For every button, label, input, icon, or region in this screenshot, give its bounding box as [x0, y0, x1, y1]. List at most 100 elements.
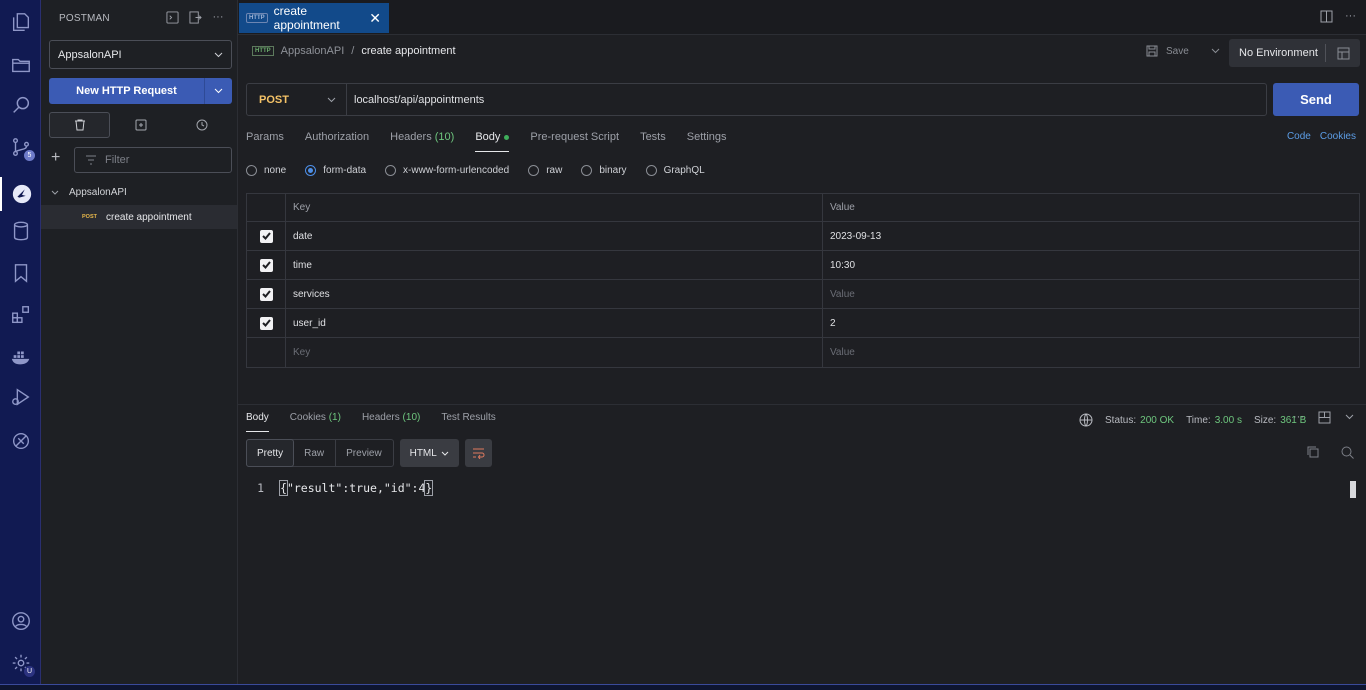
radio-x-www-form-urlencoded[interactable]: x-www-form-urlencoded: [385, 165, 509, 176]
breadcrumb-separator: /: [351, 45, 355, 57]
terminal-icon[interactable]: [165, 10, 179, 24]
view-raw[interactable]: Raw: [294, 440, 335, 466]
tab-settings[interactable]: Settings: [687, 131, 727, 151]
tab-title: create appointment: [273, 4, 340, 32]
environment-select[interactable]: No Environment: [1229, 39, 1360, 67]
row-value-input[interactable]: 10:30: [823, 251, 1359, 279]
cookies-link[interactable]: Cookies: [1320, 131, 1356, 142]
tab-params[interactable]: Params: [246, 131, 284, 151]
tab-collections[interactable]: [49, 112, 110, 138]
environment-quick-look-icon[interactable]: [1326, 47, 1360, 60]
collection-item[interactable]: AppsalonAPI: [51, 187, 127, 198]
tab-tests[interactable]: Tests: [640, 131, 666, 151]
row-value-input[interactable]: 2: [823, 309, 1359, 337]
http-icon: HTTP: [252, 46, 274, 56]
tab-history[interactable]: [171, 112, 232, 138]
radio-graphql[interactable]: GraphQL: [645, 165, 705, 176]
url-input[interactable]: localhost/api/appointments: [347, 94, 484, 106]
response-tab-cookies[interactable]: Cookies (1): [290, 412, 341, 432]
view-preview[interactable]: Preview: [335, 440, 393, 466]
radio-form-data[interactable]: form-data: [305, 165, 366, 176]
workspace-select[interactable]: AppsalonAPI: [49, 40, 232, 69]
radio-circle[interactable]: [385, 165, 397, 176]
settings-icon[interactable]: U: [8, 650, 35, 677]
wrap-lines-button[interactable]: [464, 439, 492, 467]
method-select[interactable]: POST: [247, 84, 347, 115]
response-headers-count: (10): [402, 412, 421, 423]
code-link[interactable]: Code: [1287, 131, 1311, 142]
sidebar-title: POSTMAN: [59, 13, 110, 24]
search-icon[interactable]: [8, 92, 34, 118]
request-links: Code Cookies: [1287, 131, 1356, 142]
row-checkbox[interactable]: [259, 287, 273, 301]
table-row: user_id 2: [247, 309, 1359, 338]
send-button[interactable]: Send: [1273, 83, 1359, 116]
radio-circle-selected[interactable]: [305, 165, 317, 176]
row-checkbox[interactable]: [259, 229, 273, 243]
source-control-icon[interactable]: 5: [8, 134, 35, 161]
row-checkbox[interactable]: [259, 258, 273, 272]
format-select[interactable]: HTML: [399, 439, 459, 467]
row-key-input[interactable]: time: [286, 251, 823, 279]
tab-headers[interactable]: Headers (10): [390, 131, 454, 151]
extensions-icon[interactable]: [8, 302, 34, 328]
row-value-input[interactable]: Value: [823, 280, 1359, 308]
tab-authorization[interactable]: Authorization: [305, 131, 369, 151]
breadcrumb-workspace[interactable]: AppsalonAPI: [281, 45, 345, 57]
request-item[interactable]: POST create appointment: [41, 205, 237, 229]
layout-icon[interactable]: [1318, 411, 1331, 427]
request-url-bar: POST localhost/api/appointments: [246, 83, 1267, 116]
add-icon[interactable]: +: [51, 150, 65, 166]
postman-icon[interactable]: [0, 177, 41, 211]
response-divider[interactable]: [238, 404, 1366, 405]
bookmark-icon[interactable]: [8, 260, 34, 286]
radio-binary[interactable]: binary: [581, 165, 627, 176]
row-checkbox[interactable]: [259, 316, 273, 330]
new-request-dropdown[interactable]: [204, 78, 232, 104]
row-key-input[interactable]: services: [286, 280, 823, 308]
account-icon[interactable]: [8, 608, 34, 634]
split-editor-icon[interactable]: [1320, 10, 1333, 26]
response-body[interactable]: 1 {"result":true,"id":4}: [246, 480, 434, 496]
row-value-input[interactable]: 2023-09-13: [823, 222, 1359, 250]
tab-body[interactable]: Body: [475, 131, 510, 152]
more-icon[interactable]: ···: [1345, 10, 1356, 26]
radio-circle[interactable]: [246, 165, 257, 176]
row-key-input[interactable]: user_id: [286, 309, 823, 337]
search-icon[interactable]: [1341, 446, 1354, 462]
view-pretty[interactable]: Pretty: [246, 439, 295, 467]
copy-icon[interactable]: [1307, 446, 1319, 462]
folder-icon[interactable]: [8, 52, 34, 78]
tab-environments[interactable]: [110, 112, 171, 138]
more-icon[interactable]: ···: [211, 10, 225, 24]
run-debug-icon[interactable]: [8, 384, 34, 410]
radio-none[interactable]: none: [246, 165, 286, 176]
source-control-badge: 5: [24, 150, 35, 161]
postman-sidebar: POSTMAN ··· AppsalonAPI New HTTP Request: [41, 0, 238, 690]
new-http-request-button[interactable]: New HTTP Request: [49, 78, 232, 104]
new-key-input[interactable]: Key: [286, 338, 823, 367]
chevron-down-icon[interactable]: [1345, 411, 1354, 427]
explorer-icon[interactable]: [8, 9, 34, 35]
sign-out-icon[interactable]: [188, 10, 202, 24]
radio-raw[interactable]: raw: [528, 165, 562, 176]
radio-circle[interactable]: [645, 165, 657, 176]
close-icon[interactable]: ✕: [369, 10, 381, 27]
more-icon[interactable]: ···: [1293, 411, 1304, 427]
radio-circle[interactable]: [581, 165, 593, 176]
database-icon[interactable]: [8, 218, 34, 244]
radio-circle[interactable]: [528, 165, 540, 176]
response-tab-body[interactable]: Body: [246, 412, 269, 432]
docker-icon[interactable]: [8, 344, 34, 370]
tab-pre-request-script[interactable]: Pre-request Script: [530, 131, 619, 151]
tab-create-appointment[interactable]: HTTP create appointment ✕: [239, 3, 389, 33]
save-button[interactable]: Save: [1146, 45, 1220, 57]
response-tab-test-results[interactable]: Test Results: [441, 412, 495, 432]
remote-icon[interactable]: [8, 428, 34, 454]
response-tab-headers[interactable]: Headers (10): [362, 412, 420, 432]
response-scrollbar[interactable]: [1350, 481, 1356, 498]
row-key-input[interactable]: date: [286, 222, 823, 250]
filter-input[interactable]: Filter: [74, 147, 232, 173]
new-value-input[interactable]: Value: [823, 338, 1359, 367]
breadcrumb-current[interactable]: create appointment: [361, 45, 455, 57]
